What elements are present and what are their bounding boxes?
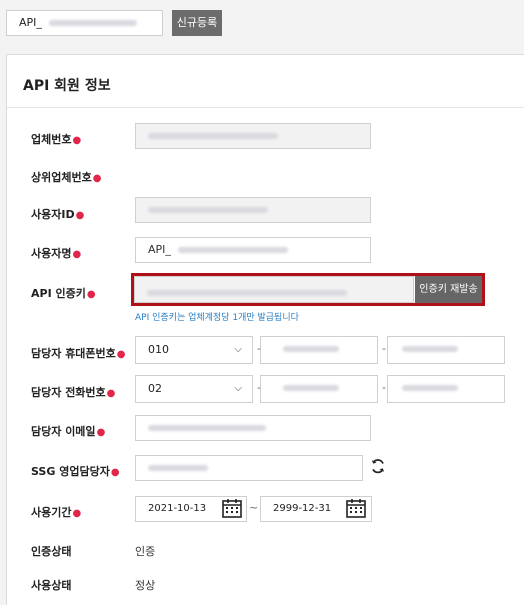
api-prefix: API_ xyxy=(19,16,42,29)
api-member-info-panel: API 회원 정보 업체번호● 상위업체번호● 사용자ID● 사용자명● API… xyxy=(6,54,524,605)
phone-last-input[interactable] xyxy=(387,375,505,403)
new-register-button[interactable]: 신규등록 xyxy=(172,10,222,36)
user-name-input[interactable]: API_ xyxy=(135,237,371,263)
mobile-last-input[interactable] xyxy=(387,336,505,364)
phone-dash-2: - xyxy=(382,381,386,394)
mobile-prefix-select[interactable]: 010 ⌵ xyxy=(135,336,253,364)
masked-value xyxy=(49,20,138,26)
user-id-label: 사용자ID● xyxy=(31,208,85,221)
phone-prefix-select[interactable]: 02 ⌵ xyxy=(135,375,253,403)
auth-status-label: 인증상태 xyxy=(31,545,72,558)
user-id-field xyxy=(135,197,371,223)
page-title: API 회원 정보 xyxy=(23,78,111,94)
company-no-label: 업체번호● xyxy=(31,133,82,146)
mobile-dash-2: - xyxy=(382,342,386,355)
top-bar: API_ 신규등록 xyxy=(0,0,524,44)
api-key-highlight: 인증키 재발송 xyxy=(131,273,485,306)
chevron-down-icon: ⌵ xyxy=(234,344,242,355)
user-name-label: 사용자명● xyxy=(31,247,82,260)
api-key-label: API 인증키● xyxy=(31,287,96,300)
phone-middle-input[interactable] xyxy=(260,375,378,403)
use-status-label: 사용상태 xyxy=(31,579,72,592)
api-key-helper-text: API 인증키는 업체계정당 1개만 발급됩니다 xyxy=(135,313,299,323)
use-status-value: 정상 xyxy=(135,579,156,592)
chevron-down-icon: ⌵ xyxy=(234,383,242,394)
period-separator: ~ xyxy=(249,501,259,514)
calendar-icon[interactable] xyxy=(220,496,244,520)
period-label: 사용기간● xyxy=(31,506,82,519)
email-input[interactable] xyxy=(135,415,371,441)
email-label: 담당자 이메일● xyxy=(31,425,106,438)
company-no-field xyxy=(135,123,371,149)
auth-status-value: 인증 xyxy=(135,545,156,558)
mobile-label: 담당자 휴대폰번호● xyxy=(31,347,126,360)
api-key-field xyxy=(134,276,414,303)
parent-company-no-label: 상위업체번호● xyxy=(31,171,102,184)
api-account-chip[interactable]: API_ xyxy=(6,10,163,36)
mobile-middle-input[interactable] xyxy=(260,336,378,364)
phone-label: 담당자 전화번호● xyxy=(31,386,116,399)
calendar-icon[interactable] xyxy=(344,496,368,520)
ssg-manager-label: SSG 영업담당자● xyxy=(31,465,120,478)
title-divider xyxy=(7,107,524,108)
resend-key-button[interactable]: 인증키 재발송 xyxy=(415,276,482,303)
refresh-icon[interactable] xyxy=(370,458,386,474)
ssg-manager-input[interactable] xyxy=(135,455,363,481)
